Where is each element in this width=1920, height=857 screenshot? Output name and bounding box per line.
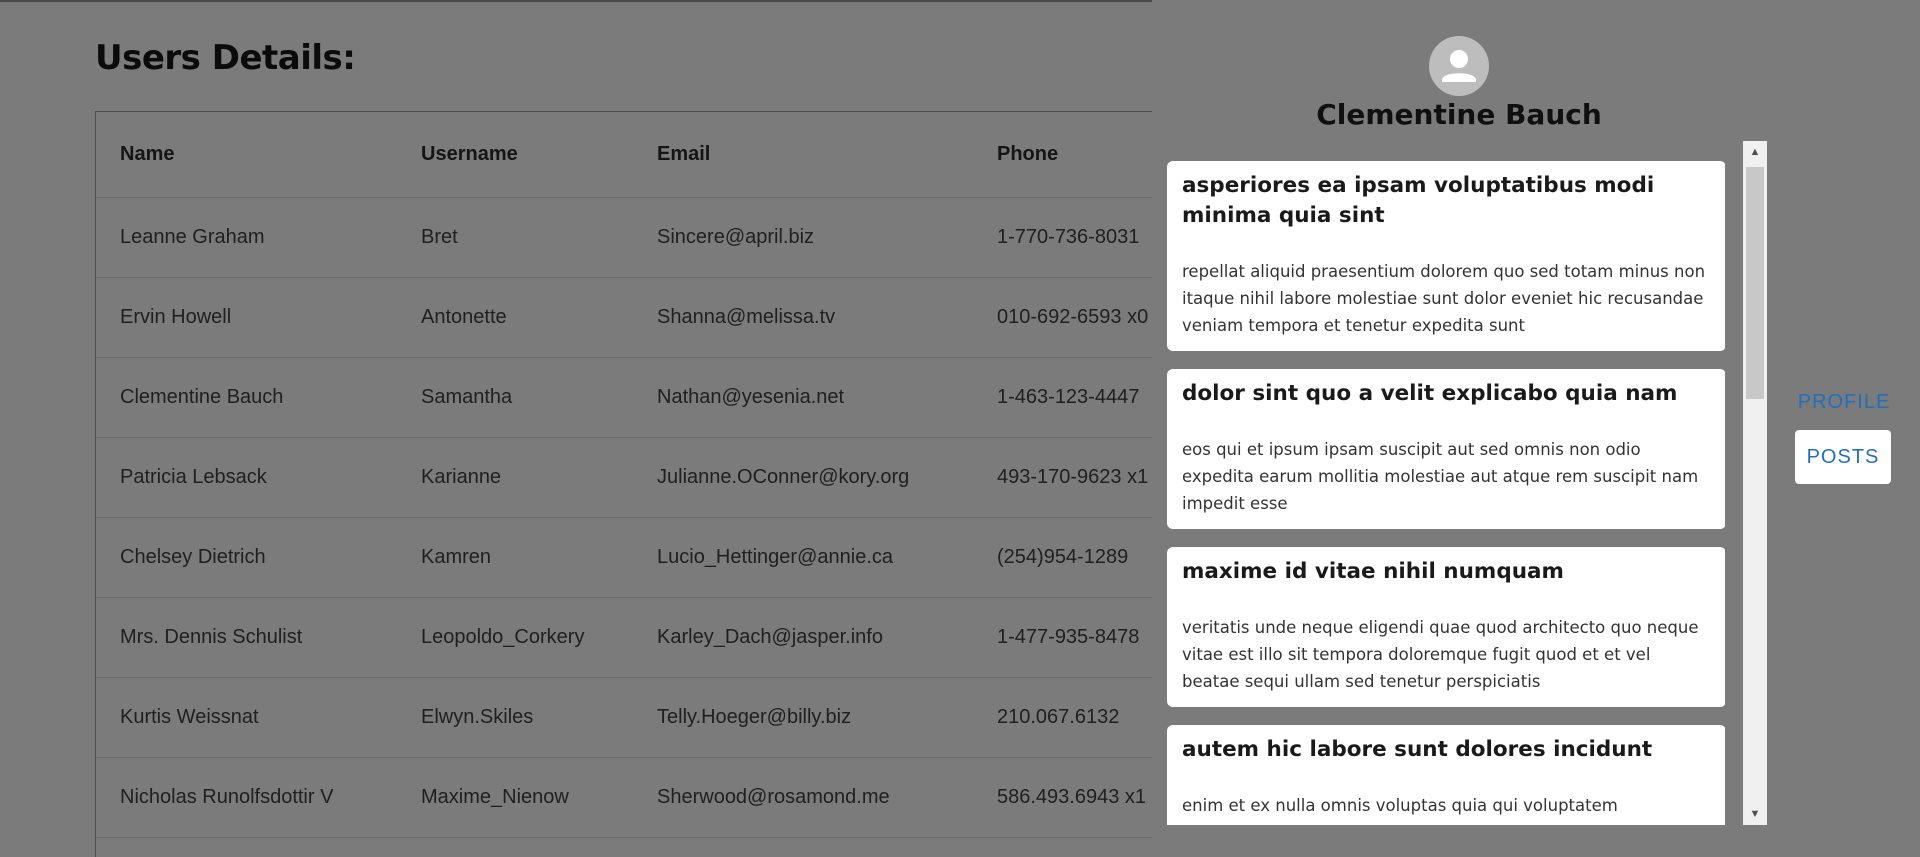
column-header-email: Email [633, 112, 973, 198]
cell-username: Samantha [397, 357, 633, 438]
table-row[interactable]: Ervin Howell Antonette Shanna@melissa.tv… [96, 277, 1196, 358]
cell-username: Bret [397, 197, 633, 278]
table-row[interactable]: Mrs. Dennis Schulist Leopoldo_Corkery Ka… [96, 597, 1196, 678]
avatar [1429, 36, 1489, 96]
page-title: Users Details: [95, 38, 356, 78]
scrollbar-thumb[interactable] [1746, 167, 1764, 399]
table-header-row: Name Username Email Phone [96, 112, 1196, 198]
posts-scrollbar[interactable]: ▲ ▼ [1743, 141, 1767, 825]
post-card: asperiores ea ipsam voluptatibus modi mi… [1167, 161, 1725, 351]
post-title: dolor sint quo a velit explicabo quia na… [1182, 381, 1678, 406]
cell-email: Telly.Hoeger@billy.biz [633, 677, 973, 758]
table-row[interactable]: Kurtis Weissnat Elwyn.Skiles Telly.Hoege… [96, 677, 1196, 758]
column-header-username: Username [397, 112, 633, 198]
cell-username: Kamren [397, 517, 633, 598]
cell-name: Chelsey Dietrich [96, 517, 397, 598]
scroll-down-arrow-icon[interactable]: ▼ [1743, 805, 1767, 823]
drawer-user-name: Clementine Bauch [1316, 98, 1602, 131]
scroll-up-arrow-icon[interactable]: ▲ [1743, 143, 1767, 161]
table-row[interactable]: Nicholas Runolfsdottir V Maxime_Nienow S… [96, 757, 1196, 838]
cell-username: Leopoldo_Corkery [397, 597, 633, 678]
cell-email: Julianne.OConner@kory.org [633, 437, 973, 518]
post-card: autem hic labore sunt dolores incidunt e… [1167, 725, 1725, 825]
cell-username: Maxime_Nienow [397, 757, 633, 838]
table-row[interactable]: Chelsey Dietrich Kamren Lucio_Hettinger@… [96, 517, 1196, 598]
cell-name: Nicholas Runolfsdottir V [96, 757, 397, 838]
table-row[interactable]: Clementine Bauch Samantha Nathan@yesenia… [96, 357, 1196, 438]
cell-name: Mrs. Dennis Schulist [96, 597, 397, 678]
cell-email: Karley_Dach@jasper.info [633, 597, 973, 678]
column-header-name: Name [96, 112, 397, 198]
post-title: asperiores ea ipsam voluptatibus modi mi… [1182, 173, 1655, 228]
cell-username: Antonette [397, 277, 633, 358]
person-icon [1442, 50, 1476, 82]
cell-name: Kurtis Weissnat [96, 677, 397, 758]
cell-username: Karianne [397, 437, 633, 518]
cell-name: Patricia Lebsack [96, 437, 397, 518]
cell-name: Clementine Bauch [96, 357, 397, 438]
cell-email: Nathan@yesenia.net [633, 357, 973, 438]
cell-email: Sherwood@rosamond.me [633, 757, 973, 838]
post-title: maxime id vitae nihil numquam [1182, 559, 1564, 584]
table-row[interactable]: Leanne Graham Bret Sincere@april.biz 1-7… [96, 197, 1196, 278]
table-row[interactable]: Patricia Lebsack Karianne Julianne.OConn… [96, 437, 1196, 518]
posts-list[interactable]: asperiores ea ipsam voluptatibus modi mi… [1165, 141, 1725, 825]
post-body: repellat aliquid praesentium dolorem quo… [1182, 262, 1706, 335]
cell-username: Elwyn.Skiles [397, 677, 633, 758]
tab-profile[interactable]: PROFILE [1796, 385, 1892, 419]
users-table: Name Username Email Phone Leanne Graham … [96, 112, 1196, 838]
post-body: enim et ex nulla omnis voluptas quia qui… [1182, 796, 1618, 825]
post-title: autem hic labore sunt dolores incidunt [1182, 737, 1653, 762]
post-card: dolor sint quo a velit explicabo quia na… [1167, 369, 1725, 529]
cell-email: Lucio_Hettinger@annie.ca [633, 517, 973, 598]
cell-name: Leanne Graham [96, 197, 397, 278]
cell-email: Shanna@melissa.tv [633, 277, 973, 358]
users-table-container: Name Username Email Phone Leanne Graham … [95, 111, 1196, 857]
tab-posts[interactable]: POSTS [1795, 430, 1891, 484]
cell-email: Sincere@april.biz [633, 197, 973, 278]
post-card: maxime id vitae nihil numquam veritatis … [1167, 547, 1725, 707]
cell-name: Ervin Howell [96, 277, 397, 358]
post-body: eos qui et ipsum ipsam suscipit aut sed … [1182, 440, 1699, 513]
post-body: veritatis unde neque eligendi quae quod … [1182, 618, 1699, 691]
